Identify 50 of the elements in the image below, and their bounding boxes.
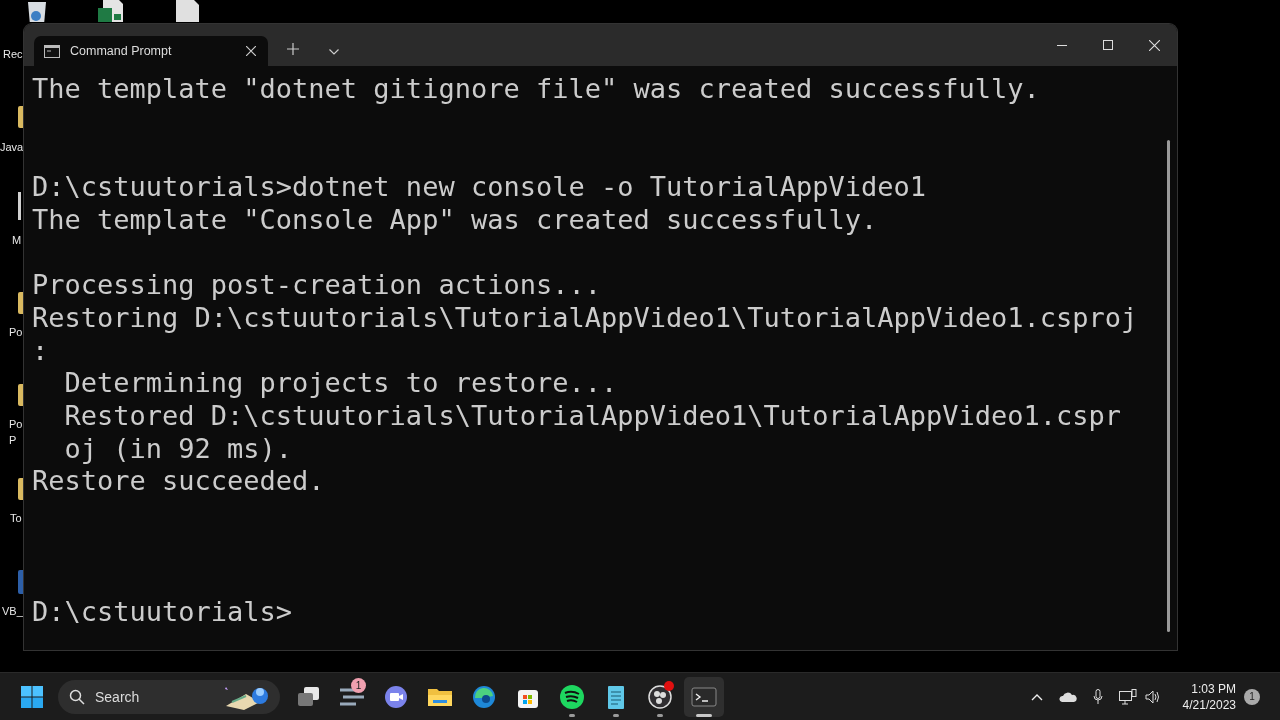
desktop-icon-label: Java <box>0 140 24 155</box>
desktop-icon-label: VB_ <box>2 604 23 619</box>
recorder-icon <box>647 683 673 710</box>
dropdown-icon[interactable] <box>329 49 339 55</box>
console-line: The template "Console App" was created successfully. <box>32 203 878 235</box>
speaker-icon[interactable] <box>1144 689 1161 704</box>
network-icon[interactable] <box>1118 688 1137 705</box>
chevron-up-icon[interactable] <box>1030 692 1043 701</box>
clock-date: 4/21/2023 <box>1182 696 1236 713</box>
search-bar[interactable]: Search <box>58 679 280 714</box>
music-icon <box>559 683 585 710</box>
console-line: : <box>32 334 49 366</box>
spreadsheet-icon[interactable] <box>95 0 125 22</box>
desktop-icon-label: Po <box>9 325 23 340</box>
console-line: Restoring D:\cstuutorials\TutorialAppVideo1\TutorialAppVideo1.csproj <box>32 301 1138 333</box>
notification-count[interactable]: 1 <box>1244 688 1260 705</box>
new-tab-icon[interactable] <box>287 43 299 55</box>
taskbar-app[interactable]: 1 <box>332 676 372 717</box>
desktop-icon-label: Po <box>9 417 23 432</box>
close-tab-icon[interactable] <box>246 46 256 56</box>
console-line: Determining projects to restore... <box>63 367 618 399</box>
start-icon[interactable] <box>21 685 43 708</box>
search-icon <box>69 688 85 705</box>
browser-icon <box>471 683 497 710</box>
microphone-icon[interactable] <box>1092 688 1103 705</box>
notification-badge: 1 <box>351 677 366 693</box>
app-icon[interactable] <box>18 190 24 220</box>
clock-time: 1:03 PM <box>1191 680 1236 697</box>
console-line: Restore succeeded. <box>32 465 325 497</box>
console-line: D:\cstuutorials>dotnet new console -o TutorialAppVideo1 <box>32 171 927 203</box>
cloud-icon[interactable] <box>1058 691 1077 702</box>
console-line: D:\cstuutorials> <box>32 596 293 627</box>
clock[interactable]: 1:03 PM 4/21/2023 <box>1182 680 1236 713</box>
window-tab[interactable]: Command Prompt <box>34 36 268 66</box>
close-icon <box>1148 39 1160 51</box>
desktop-icon-label: Rec <box>3 47 23 62</box>
scrollbar-thumb[interactable] <box>1167 140 1170 632</box>
console-line: Processing post-creation actions... <box>32 269 601 301</box>
search-field[interactable]: Search <box>93 687 214 706</box>
desktop-icon-label: M <box>12 233 22 248</box>
console-line: Restored D:\cstuutorials\TutorialAppVideo1\TutorialAppVideo1.cspr <box>63 399 1122 431</box>
taskbar-app[interactable] <box>684 676 724 717</box>
video-chat-icon <box>383 683 409 710</box>
minimize-icon <box>1057 44 1067 46</box>
console-icon <box>44 44 60 58</box>
maximize-icon <box>1103 40 1113 50</box>
console-line: The template "dotnet gitignore file" was created successfully. <box>32 73 1040 104</box>
desktop-icon-label: To <box>10 511 22 526</box>
console-line: oj (in 92 ms). <box>63 432 293 464</box>
desktop-icon-label: P <box>9 433 17 448</box>
